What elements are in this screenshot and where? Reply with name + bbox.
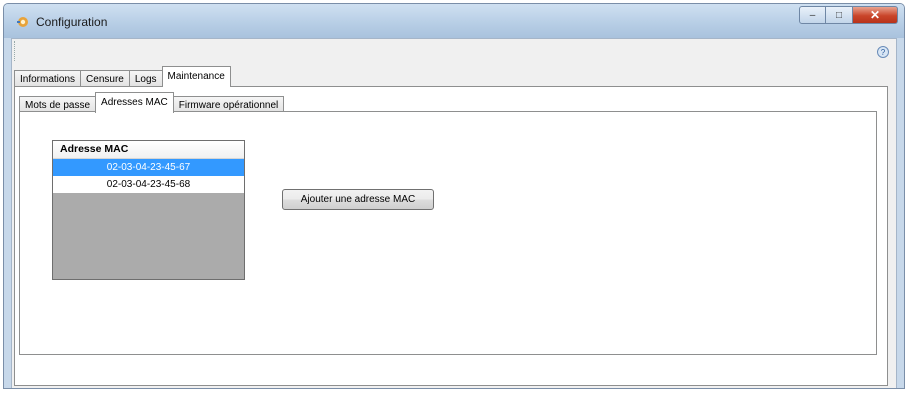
list-item[interactable]: 02-03-04-23-45-68 (53, 176, 244, 193)
tab-censure[interactable]: Censure (80, 70, 130, 87)
title-bar[interactable]: Configuration – □ ✕ (4, 4, 904, 38)
mac-address-list[interactable]: Adresse MAC 02-03-04-23-45-67 02-03-04-2… (52, 140, 245, 280)
close-button[interactable]: ✕ (853, 6, 898, 24)
tab-logs[interactable]: Logs (128, 70, 163, 87)
maximize-button[interactable]: □ (826, 6, 853, 24)
toolstrip-grip[interactable] (14, 41, 18, 61)
app-icon (17, 17, 28, 27)
svg-text:?: ? (881, 48, 886, 57)
help-icon[interactable]: ? (876, 45, 890, 59)
tab-adresses-mac[interactable]: Adresses MAC (95, 92, 174, 113)
window-title: Configuration (36, 15, 108, 29)
column-header-adresse-mac[interactable]: Adresse MAC (53, 141, 244, 159)
add-mac-address-button[interactable]: Ajouter une adresse MAC (282, 189, 434, 210)
main-tab-strip: Informations Censure Logs Maintenance (14, 66, 231, 87)
caption-buttons: – □ ✕ (799, 6, 898, 24)
tab-informations[interactable]: Informations (14, 70, 82, 87)
maintenance-tab-panel: Mots de passe Adresses MAC Firmware opér… (14, 86, 888, 386)
window-client-area: ? Informations Censure Logs Maintenance … (11, 38, 897, 388)
minimize-button[interactable]: – (799, 6, 826, 24)
tab-maintenance[interactable]: Maintenance (161, 66, 231, 87)
configuration-window: Configuration – □ ✕ ? Informations Censu… (3, 3, 905, 389)
adresses-mac-tab-panel: Adresse MAC 02-03-04-23-45-67 02-03-04-2… (19, 111, 877, 355)
sub-tab-strip: Mots de passe Adresses MAC Firmware opér… (19, 92, 285, 113)
list-item[interactable]: 02-03-04-23-45-67 (53, 159, 244, 176)
